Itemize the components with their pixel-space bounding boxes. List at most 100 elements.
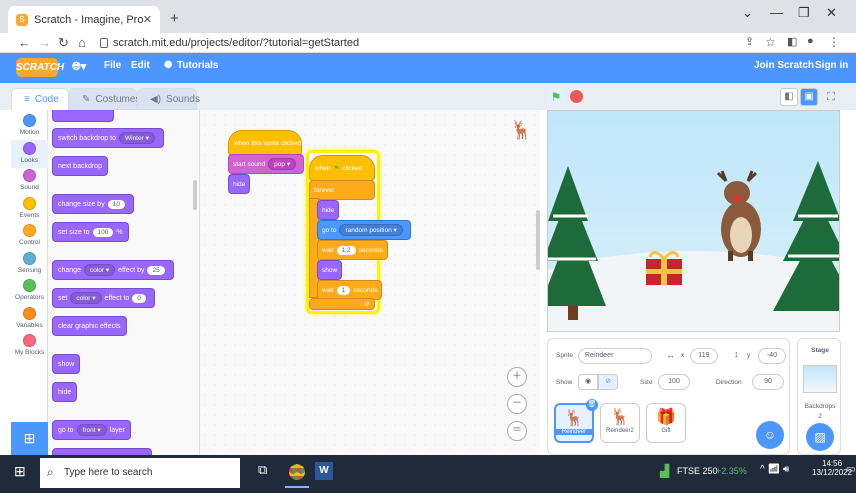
url-field[interactable]: scratch.mit.edu/projects/editor/?tutoria… — [95, 35, 730, 51]
file-menu[interactable]: File — [104, 60, 121, 71]
category-sound[interactable]: Sound — [11, 167, 48, 195]
reload-icon[interactable]: ↻ — [58, 35, 69, 51]
show-visible-icon[interactable]: ◉ — [578, 374, 598, 390]
set-size-input[interactable]: 100 — [92, 227, 114, 237]
clear-effects-block[interactable]: clear graphic effects — [52, 316, 127, 336]
edit-menu[interactable]: Edit — [131, 60, 150, 71]
size-input[interactable]: 100 — [658, 374, 690, 390]
zoom-in-button[interactable]: ＋ — [507, 367, 527, 387]
category-motion[interactable]: Motion — [11, 112, 48, 140]
effect-by-input[interactable]: 25 — [147, 265, 165, 275]
layer-dropdown[interactable]: front ▾ — [76, 424, 107, 436]
effect-dropdown[interactable]: color ▾ — [83, 264, 116, 276]
choose-backdrop-icon[interactable]: ▨ — [806, 423, 834, 451]
show-hidden-icon[interactable]: ⊘ — [598, 374, 618, 390]
join-scratch-link[interactable]: Join Scratch — [754, 60, 814, 71]
large-stage-icon[interactable]: ▣ — [800, 88, 818, 106]
stage-canvas[interactable] — [547, 110, 840, 332]
tab-code[interactable]: ≡ Code — [11, 88, 69, 110]
wait-1-input[interactable]: 1.2 — [336, 245, 356, 255]
set-effect-block[interactable]: set color ▾ effect to 0 — [52, 288, 155, 308]
x-input[interactable]: 119 — [690, 348, 718, 364]
forever-block[interactable]: forever — [309, 180, 375, 200]
minimize-icon[interactable]: — — [770, 5, 783, 20]
menu-dots-icon[interactable]: ⋮ — [828, 35, 840, 49]
when-sprite-clicked-block[interactable]: when this sprite clicked — [228, 130, 302, 156]
tray-icons[interactable]: ^ 📶︎ 🔊︎ — [760, 464, 789, 475]
profile-icon[interactable]: ● — [807, 35, 814, 47]
category-variables[interactable]: Variables — [11, 305, 48, 333]
category-control[interactable]: Control — [11, 222, 48, 250]
category-events[interactable]: Events — [11, 195, 48, 223]
start-sound-block[interactable]: start sound pop ▾ — [228, 154, 305, 174]
restore-icon[interactable]: ❐ — [798, 5, 810, 21]
sprite-thumb-gift[interactable]: 🎁 Gift — [646, 403, 686, 443]
browser-tab[interactable]: S Scratch - Imagine, Program, Sha ✕ — [8, 6, 160, 33]
palette-scrollbar[interactable] — [193, 180, 197, 210]
palette-block-partial[interactable] — [52, 110, 114, 122]
script-scrollbar[interactable] — [536, 210, 540, 270]
palette-block-partial-bottom[interactable] — [52, 448, 152, 455]
tab-costumes[interactable]: ✎ Costumes — [69, 88, 140, 110]
add-extension-button[interactable]: ⊞ — [11, 422, 48, 455]
category-sensing[interactable]: Sensing — [11, 250, 48, 278]
change-effect-block[interactable]: change color ▾ effect by 25 — [52, 260, 174, 280]
globe-icon[interactable]: 🌐︎▾ — [72, 60, 86, 74]
bookmark-star-icon[interactable]: ☆ — [765, 35, 776, 49]
go-to-block[interactable]: go to random position ▾ — [317, 220, 411, 240]
effect-to-input[interactable]: 0 — [132, 293, 146, 303]
sidebar-icon[interactable]: ◧ — [787, 35, 797, 48]
notification-icon[interactable]: ▭ — [846, 464, 855, 475]
stock-name[interactable]: FTSE 250 — [677, 466, 718, 476]
category-operators[interactable]: Operators — [11, 277, 48, 305]
back-arrow-icon[interactable]: ← — [18, 35, 31, 50]
change-size-input[interactable]: 10 — [107, 199, 125, 209]
zoom-out-button[interactable]: － — [507, 394, 527, 414]
delete-sprite-icon[interactable]: 🗑︎ — [586, 399, 598, 411]
sound-dropdown[interactable]: pop ▾ — [268, 158, 297, 170]
hide-block-script2[interactable]: hide — [317, 200, 340, 220]
wait-2-input[interactable]: 1 — [336, 285, 351, 295]
wait-block-1[interactable]: wait 1.2 seconds — [317, 240, 388, 260]
stop-button[interactable] — [570, 90, 583, 103]
set-size-block[interactable]: set size to 100 % — [52, 222, 129, 242]
y-input[interactable]: -40 — [758, 348, 786, 364]
hide-block[interactable]: hide — [52, 382, 78, 402]
sign-in-link[interactable]: Sign in — [815, 60, 848, 71]
position-dropdown[interactable]: random position ▾ — [339, 224, 403, 236]
fullscreen-icon[interactable]: ⛶ — [822, 88, 840, 106]
small-stage-icon[interactable]: ◧ — [780, 88, 798, 106]
sprite-name-input[interactable]: Reindeer — [578, 348, 652, 364]
scratch-logo[interactable]: SCRATCH — [16, 58, 64, 77]
stage-selector[interactable]: Stage Backdrops 2 ▨ — [797, 338, 841, 455]
when-flag-clicked-block[interactable]: when ⚑ clicked — [309, 155, 375, 181]
set-effect-dropdown[interactable]: color ▾ — [70, 292, 102, 304]
backdrop-dropdown[interactable]: Winter ▾ — [118, 132, 155, 144]
hide-block-script1[interactable]: hide — [228, 174, 251, 194]
category-looks[interactable]: Looks — [11, 139, 48, 168]
show-block-script2[interactable]: show — [317, 260, 343, 280]
go-to-layer-block[interactable]: go to front ▾ layer — [52, 420, 131, 440]
tab-sounds[interactable]: ◀) Sounds — [137, 88, 200, 110]
direction-input[interactable]: 90 — [752, 374, 784, 390]
wait-block-2[interactable]: wait 1 seconds — [317, 280, 383, 300]
new-tab-button[interactable]: + — [170, 10, 179, 27]
change-size-block[interactable]: change size by 10 — [52, 194, 134, 214]
forward-arrow-icon[interactable]: → — [38, 35, 51, 50]
tutorials-menu[interactable]: Tutorials — [177, 60, 218, 71]
home-icon[interactable]: ⌂ — [78, 35, 86, 50]
word-taskbar-icon[interactable]: W — [315, 462, 333, 480]
windows-start-icon[interactable]: ⊞ — [14, 463, 26, 480]
choose-sprite-cat-icon[interactable]: ☺ — [756, 421, 784, 449]
task-view-icon[interactable]: ⧉ — [258, 462, 267, 478]
close-window-icon[interactable]: ✕ — [826, 5, 837, 21]
switch-backdrop-block[interactable]: switch backdrop to Winter ▾ — [52, 128, 164, 148]
category-my-blocks[interactable]: My Blocks — [11, 332, 48, 360]
zoom-reset-button[interactable]: ＝ — [507, 421, 527, 441]
taskbar-search[interactable]: Type here to search — [40, 458, 240, 488]
green-flag-button[interactable]: ⚑ — [547, 88, 565, 106]
sprite-thumb-reindeer2[interactable]: 🦌 Reindeer2 — [600, 403, 640, 443]
share-icon[interactable]: ⇪ — [745, 35, 754, 48]
chrome-taskbar-icon[interactable] — [285, 458, 309, 488]
script-area[interactable]: 🦌 when this sprite clicked start sound p… — [200, 110, 540, 455]
